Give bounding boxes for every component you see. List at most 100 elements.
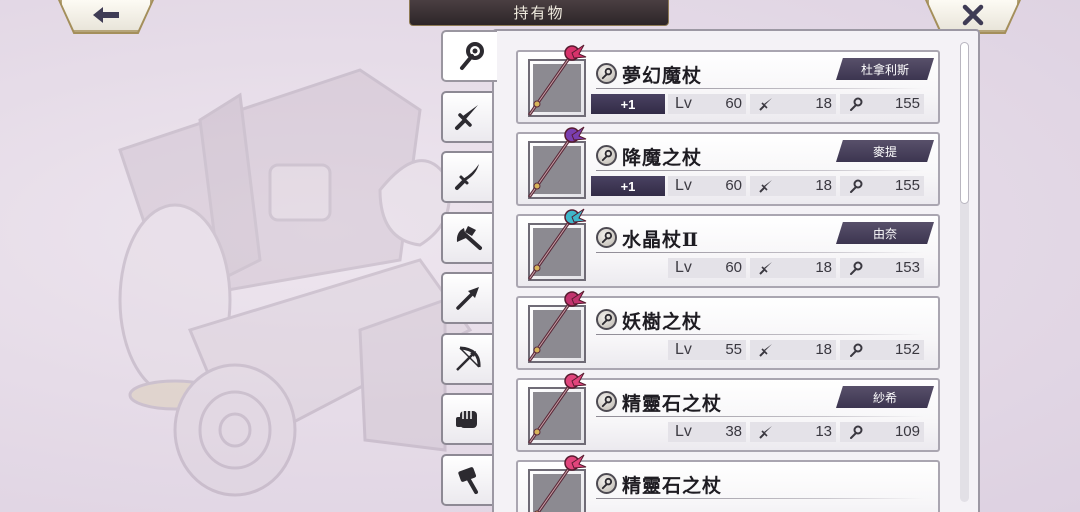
attack-value: 18 [815, 177, 832, 194]
level-value: 60 [725, 259, 742, 276]
level-value: 55 [725, 341, 742, 358]
item-name: 降魔之杖 [622, 147, 703, 169]
attack-value: 18 [815, 259, 832, 276]
close-button[interactable] [927, 0, 1019, 32]
magic-stat: 155 [840, 176, 924, 196]
sword-stat-icon [759, 180, 772, 193]
staff-type-icon [596, 391, 617, 412]
left-arrow-icon [93, 7, 119, 23]
spear-icon [456, 287, 479, 310]
scrollbar[interactable] [960, 42, 969, 502]
owner-badge: 由奈 [836, 222, 934, 244]
bow-icon [456, 346, 481, 371]
item-card-3[interactable]: 水晶杖Ⅱ 由奈 Lv 60 18 153 [516, 208, 940, 288]
page-title: 持有物 [409, 0, 669, 26]
level-value: 60 [725, 95, 742, 112]
level-label: Lv [675, 341, 692, 358]
staff-type-icon [596, 473, 617, 494]
tab-katana[interactable] [441, 151, 493, 203]
item-name: 夢幻魔杖 [622, 65, 703, 87]
close-x-icon [962, 4, 984, 26]
sword-stat-icon [759, 426, 772, 439]
level-label: Lv [675, 259, 692, 276]
item-card-5[interactable]: 精靈石之杖 紗希 Lv 38 13 109 [516, 372, 940, 452]
sword-stat-icon [759, 344, 772, 357]
sword-stat-icon [759, 98, 772, 111]
item-card-2[interactable]: 降魔之杖 麥提 +1 Lv 60 18 155 [516, 126, 940, 206]
staff-image [528, 208, 587, 280]
back-button[interactable] [60, 0, 152, 32]
sword-stat-icon [759, 262, 772, 275]
staff-icon [460, 42, 484, 70]
staff-image [528, 44, 587, 116]
staff-stat-icon [850, 97, 863, 111]
level-label: Lv [675, 423, 692, 440]
tab-sword[interactable] [441, 91, 493, 143]
divider [596, 170, 924, 171]
hammer-icon [458, 467, 478, 494]
refine-badge: +1 [591, 94, 665, 114]
staff-stat-icon [850, 179, 863, 193]
divider [596, 498, 924, 499]
owner-badge: 杜拿利斯 [836, 58, 934, 80]
attack-stat: 18 [750, 176, 836, 196]
staff-image [528, 126, 587, 198]
staff-stat-icon [850, 425, 863, 439]
magic-stat: 109 [840, 422, 924, 442]
item-name: 精靈石之杖 [622, 475, 723, 497]
tab-bow[interactable] [441, 333, 493, 385]
staff-type-icon [596, 309, 617, 330]
magic-stat: 152 [840, 340, 924, 360]
staff-image [528, 290, 587, 362]
level-stat: Lv 60 [668, 94, 746, 114]
axe-icon [456, 226, 482, 250]
item-name: 精靈石之杖 [622, 393, 723, 415]
magic-value: 153 [894, 259, 920, 276]
magic-value: 152 [894, 341, 920, 358]
level-stat: Lv 38 [668, 422, 746, 442]
attack-stat: 18 [750, 94, 836, 114]
tab-fist[interactable] [441, 393, 493, 445]
magic-stat: 155 [840, 94, 924, 114]
scrollbar-thumb[interactable] [960, 42, 969, 204]
attack-value: 18 [815, 341, 832, 358]
staff-image [534, 454, 587, 512]
level-stat: Lv 55 [668, 340, 746, 360]
refine-badge: +1 [591, 176, 665, 196]
staff-type-icon [596, 63, 617, 84]
staff-image [528, 372, 587, 444]
magic-value: 155 [894, 95, 920, 112]
staff-type-icon [596, 145, 617, 166]
divider [596, 416, 924, 417]
item-card-1[interactable]: 夢幻魔杖 杜拿利斯 +1 Lv 60 18 155 [516, 44, 940, 124]
level-value: 38 [725, 423, 742, 440]
attack-stat: 13 [750, 422, 836, 442]
owner-badge: 紗希 [836, 386, 934, 408]
staff-stat-icon [850, 343, 863, 357]
level-stat: Lv 60 [668, 258, 746, 278]
item-card-4[interactable]: 妖樹之杖 Lv 55 18 152 [516, 290, 940, 370]
attack-stat: 18 [750, 340, 836, 360]
tab-hammer[interactable] [441, 454, 493, 506]
fist-icon [456, 411, 477, 428]
magic-value: 109 [894, 423, 920, 440]
staff-stat-icon [850, 261, 863, 275]
tab-axe[interactable] [441, 212, 493, 264]
owner-badge: 麥提 [836, 140, 934, 162]
level-value: 60 [725, 177, 742, 194]
divider [596, 88, 924, 89]
level-label: Lv [675, 177, 692, 194]
item-name: 妖樹之杖 [622, 311, 703, 333]
magic-stat: 153 [840, 258, 924, 278]
attack-value: 13 [815, 423, 832, 440]
divider [596, 252, 924, 253]
staff-type-icon [596, 227, 617, 248]
tab-spear[interactable] [441, 272, 493, 324]
katana-icon [455, 164, 479, 190]
tab-staff[interactable] [441, 30, 497, 82]
attack-value: 18 [815, 95, 832, 112]
divider [596, 334, 924, 335]
level-label: Lv [675, 95, 692, 112]
item-name: 水晶杖Ⅱ [622, 229, 700, 251]
item-card-6[interactable]: 精靈石之杖 [516, 454, 940, 512]
